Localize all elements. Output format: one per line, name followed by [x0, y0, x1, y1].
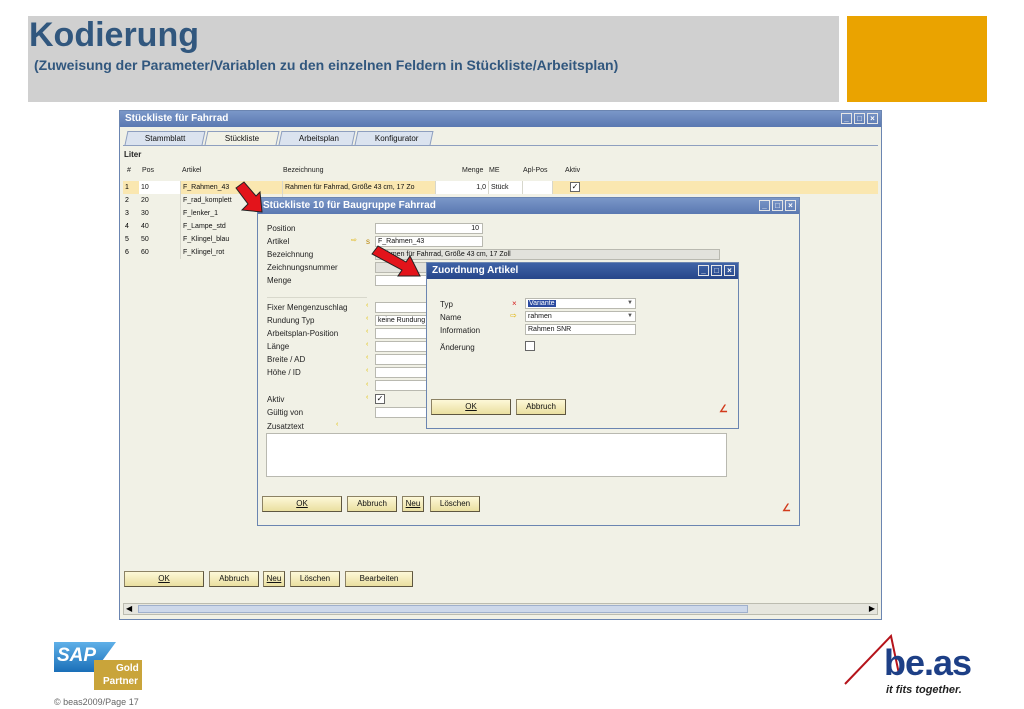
- assign-dialog-titlebar[interactable]: Zuordnung Artikel _ □ ×: [427, 263, 738, 279]
- slide-title: Kodierung: [29, 16, 199, 54]
- label-gueltig: Gültig von: [267, 408, 304, 417]
- aktiv-checkbox[interactable]: ✓: [570, 182, 580, 192]
- abbruch-button[interactable]: Abbruch: [209, 571, 259, 587]
- label-artikel: Artikel: [267, 237, 290, 246]
- resize-grip-icon[interactable]: ∠: [782, 503, 791, 514]
- close-icon[interactable]: ×: [785, 200, 796, 211]
- label-rundung: Rundung Typ: [267, 316, 315, 325]
- tab-konfigurator[interactable]: Konfigurator: [354, 131, 434, 145]
- col-header-aplpos: Apl-Pos: [523, 167, 548, 174]
- main-window-titlebar[interactable]: Stückliste für Fahrrad _ □ ×: [120, 111, 881, 127]
- tab-stammblatt[interactable]: Stammblatt: [124, 131, 206, 145]
- ok-button[interactable]: OK: [124, 571, 204, 587]
- horizontal-scrollbar[interactable]: ◀ ▶: [123, 603, 878, 615]
- label-typ: Typ: [440, 300, 453, 309]
- label-aktiv: Aktiv: [267, 395, 285, 404]
- close-icon[interactable]: ×: [867, 113, 878, 124]
- ok-button[interactable]: OK: [262, 496, 342, 512]
- chevron-down-icon: ▼: [627, 313, 633, 319]
- red-arrow-2: [371, 245, 421, 277]
- sap-logo-text: SAP: [57, 645, 97, 666]
- label-name: Name: [440, 313, 462, 322]
- loeschen-button[interactable]: Löschen: [290, 571, 340, 587]
- scroll-right-icon[interactable]: ▶: [869, 604, 875, 613]
- label-laenge: Länge: [267, 342, 290, 351]
- loeschen-button[interactable]: Löschen: [430, 496, 480, 512]
- copyright-text: © beas2009/Page 17: [54, 697, 139, 707]
- zusatztext-area[interactable]: [266, 433, 727, 477]
- typ-select[interactable]: Variante ▼: [525, 298, 636, 309]
- name-select[interactable]: rahmen ▼: [525, 311, 636, 322]
- label-fixer: Fixer Mengenzuschlag: [267, 303, 348, 312]
- abbruch-button[interactable]: Abbruch: [347, 496, 397, 512]
- col-header-me: ME: [489, 167, 500, 174]
- neu-button[interactable]: Neu: [402, 496, 424, 512]
- col-header-bezeichnung: Bezeichnung: [283, 167, 324, 174]
- label-bezeichnung: Bezeichnung: [267, 250, 314, 259]
- col-header-artikel: Artikel: [182, 167, 202, 174]
- position-field[interactable]: 10: [375, 223, 483, 234]
- col-header-menge: Menge: [462, 167, 484, 174]
- label-hoehe: Höhe / ID: [267, 368, 301, 377]
- bom-dialog-titlebar[interactable]: Stückliste 10 für Baugruppe Fahrrad _ □ …: [258, 198, 799, 214]
- aenderung-checkbox[interactable]: [525, 341, 535, 351]
- label-zeichnungsnummer: Zeichnungsnummer: [267, 263, 338, 272]
- accent-box: [847, 16, 987, 102]
- chevron-down-icon: ▼: [627, 300, 633, 306]
- aktiv-checkbox[interactable]: ✓: [375, 394, 385, 404]
- main-window-title: Stückliste für Fahrrad: [125, 113, 229, 124]
- abbruch-button[interactable]: Abbruch: [516, 399, 566, 415]
- ok-button[interactable]: OK: [431, 399, 511, 415]
- neu-button[interactable]: Neu: [263, 571, 285, 587]
- required-x-icon: ×: [512, 299, 517, 308]
- bom-dialog-title: Stückliste 10 für Baugruppe Fahrrad: [263, 200, 436, 211]
- label-position: Position: [267, 224, 296, 233]
- partner-text: Partner: [103, 676, 139, 687]
- label-menge: Menge: [267, 276, 292, 285]
- label-aenderung: Änderung: [440, 343, 475, 352]
- label-zusatztext: Zusatztext: [267, 422, 304, 431]
- label-information: Information: [440, 326, 481, 335]
- bezeichnung-field[interactable]: Rahmen für Fahrrad, Größe 43 cm, 17 Zoll: [375, 249, 720, 260]
- information-field[interactable]: Rahmen SNR: [525, 324, 636, 335]
- red-arrow-1: [235, 181, 263, 213]
- assign-dialog: Zuordnung Artikel _ □ × Typ × Variante ▼ …: [426, 262, 739, 429]
- resize-grip-icon[interactable]: ∠: [719, 404, 728, 415]
- assign-dialog-title: Zuordnung Artikel: [432, 265, 519, 276]
- slide-subtitle: (Zuweisung der Parameter/Variablen zu de…: [34, 57, 619, 73]
- minimize-icon[interactable]: _: [841, 113, 852, 124]
- link-arrow-icon[interactable]: ⇨: [510, 311, 517, 320]
- unit-label: Liter: [124, 150, 142, 159]
- col-header-num: #: [127, 167, 131, 174]
- beas-logo-text: be.as: [884, 642, 972, 683]
- link-arrow-icon[interactable]: ⇨: [351, 236, 357, 244]
- gold-text: Gold: [116, 663, 139, 674]
- label-breite: Breite / AD: [267, 355, 306, 364]
- close-icon[interactable]: ×: [724, 265, 735, 276]
- minimize-icon[interactable]: _: [759, 200, 770, 211]
- beas-tagline: it fits together.: [886, 684, 962, 696]
- col-header-pos: Pos: [142, 167, 155, 174]
- scroll-left-icon[interactable]: ◀: [126, 604, 132, 613]
- tab-arbeitsplan[interactable]: Arbeitsplan: [278, 131, 356, 145]
- label-arbeitsplan: Arbeitsplan-Position: [267, 329, 339, 338]
- maximize-icon[interactable]: □: [772, 200, 783, 211]
- tab-stueckliste[interactable]: Stückliste: [204, 131, 280, 145]
- minimize-icon[interactable]: _: [698, 265, 709, 276]
- col-header-aktiv: Aktiv: [565, 167, 581, 174]
- maximize-icon[interactable]: □: [711, 265, 722, 276]
- maximize-icon[interactable]: □: [854, 113, 865, 124]
- bearbeiten-button[interactable]: Bearbeiten: [345, 571, 413, 587]
- scroll-thumb[interactable]: [138, 605, 748, 613]
